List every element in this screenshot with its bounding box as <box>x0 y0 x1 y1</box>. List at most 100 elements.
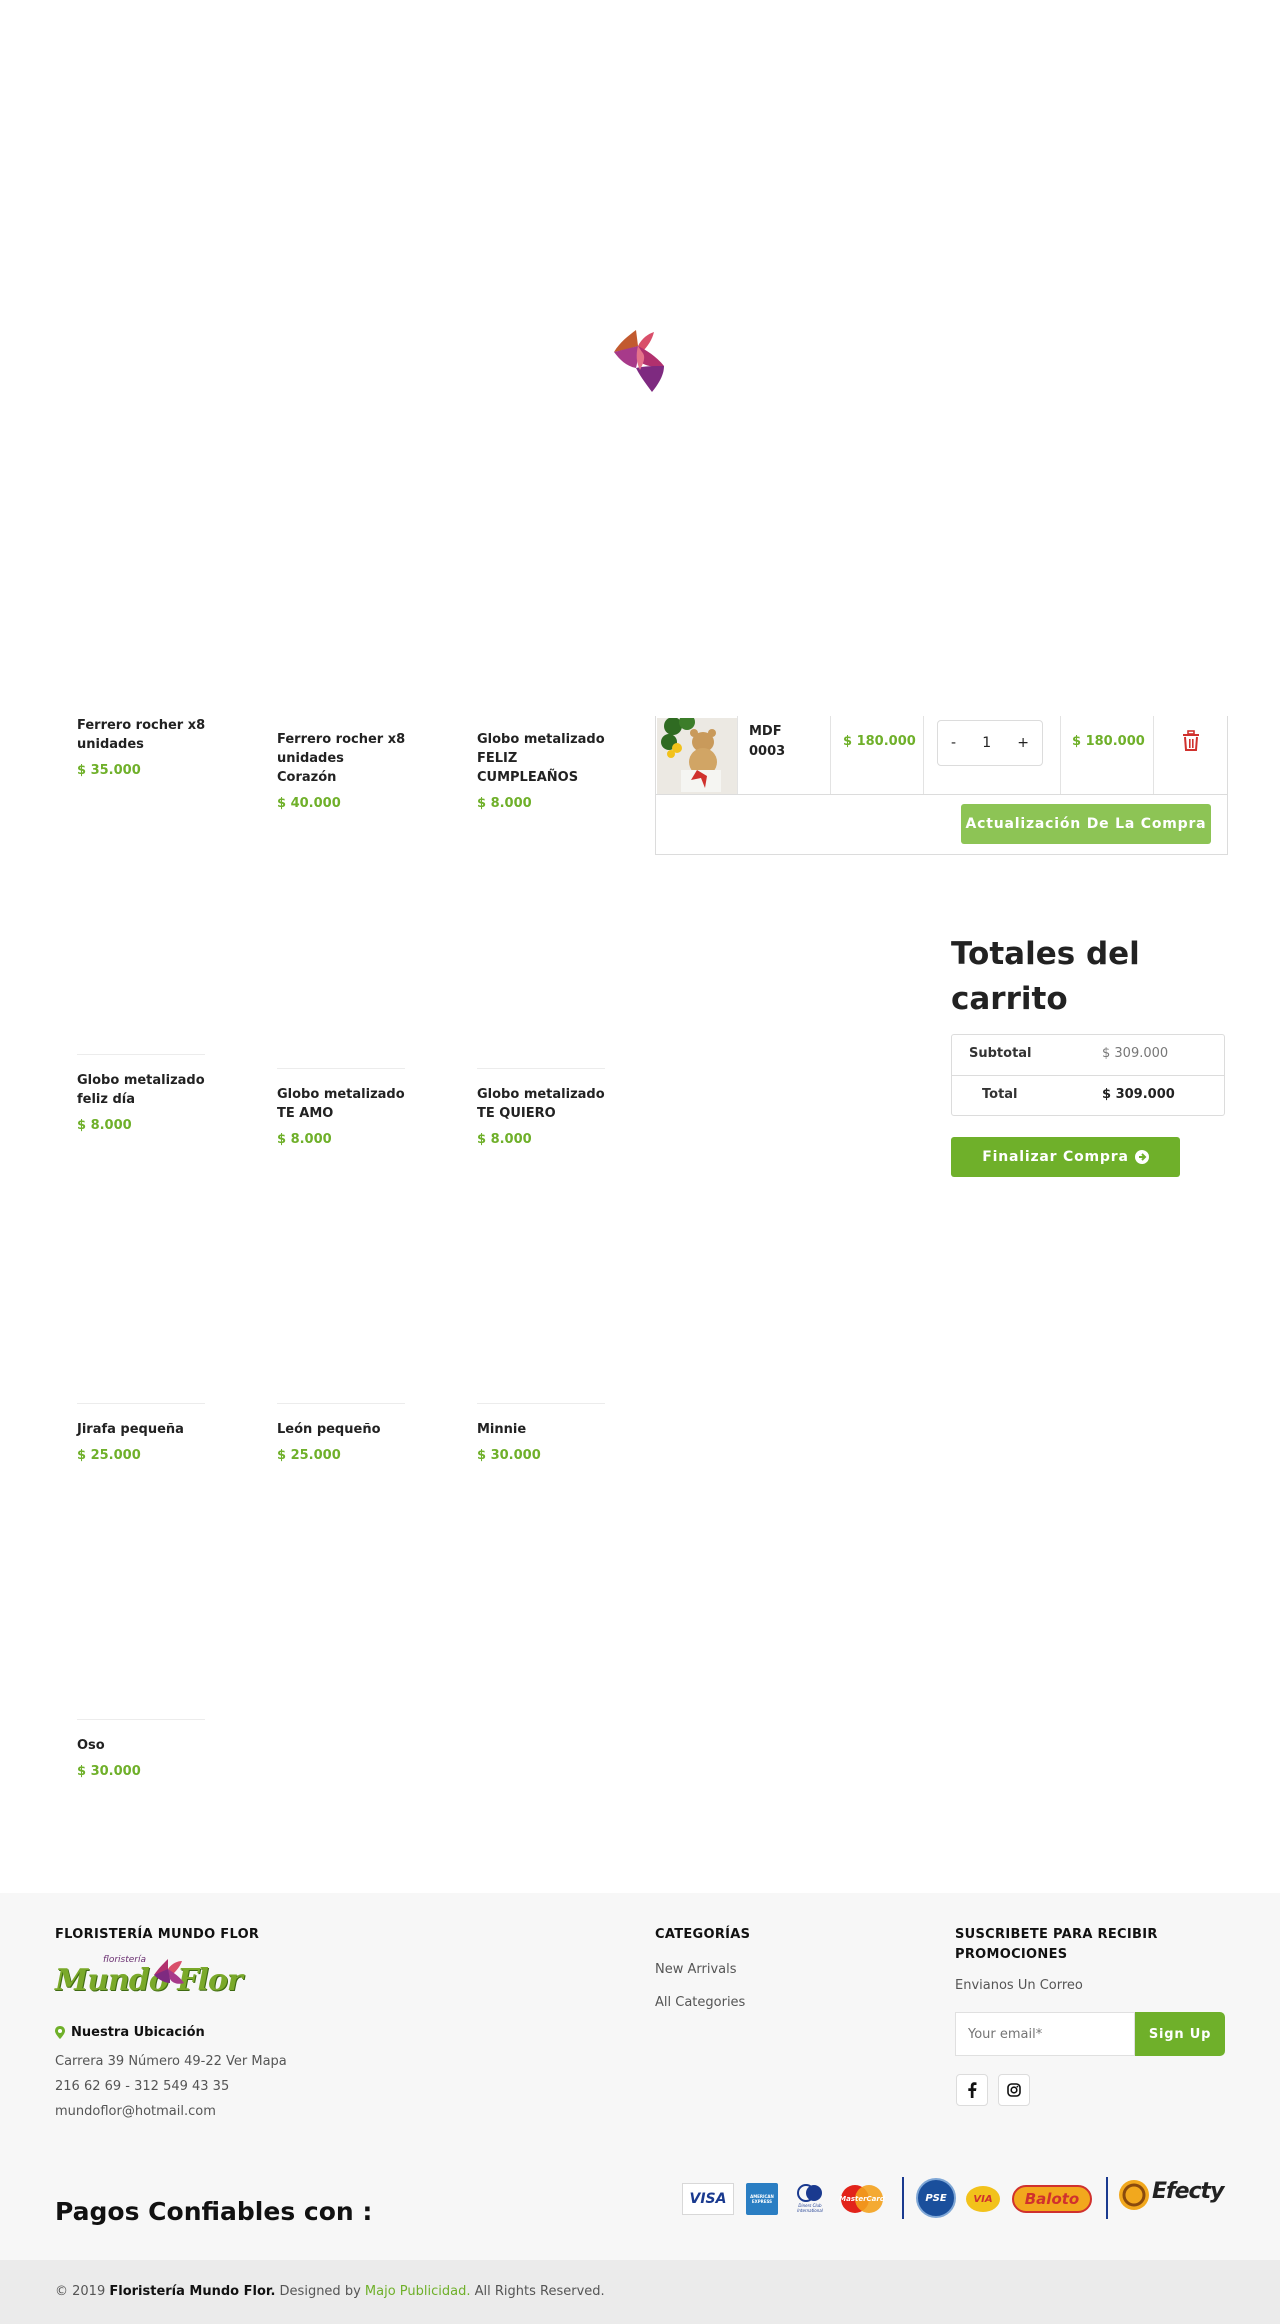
cart-table: MDF 0003 $ 180.000 - 1 + $ 180.000 Actua… <box>655 712 1228 855</box>
mastercard-logo-icon: MasterCard <box>838 2183 886 2215</box>
divider <box>1153 712 1154 794</box>
product-price: $ 8.000 <box>277 1132 332 1147</box>
product-price: $ 35.000 <box>77 763 141 778</box>
footer: FLORISTERÍA MUNDO FLOR floristería Mundo… <box>0 1893 1280 2324</box>
cart-totals-table: Subtotal $ 309.000 Total $ 309.000 <box>951 1034 1225 1116</box>
category-link-new-arrivals[interactable]: New Arrivals <box>655 1962 737 1977</box>
arrow-right-icon <box>1134 1150 1149 1164</box>
product-price: $ 25.000 <box>277 1448 341 1463</box>
divider <box>477 1403 605 1404</box>
quantity-increase-button[interactable]: + <box>1017 735 1029 751</box>
subscribe-heading: SUSCRIBETE PARA RECIBIR PROMOCIONES <box>955 1927 1158 1962</box>
checkout-button-label: Finalizar Compra <box>982 1149 1129 1165</box>
footer-brand-heading: FLORISTERÍA MUNDO FLOR <box>55 1927 260 1942</box>
product-card[interactable]: Jirafa pequeña $ 25.000 <box>77 1403 207 1463</box>
footer-logo[interactable]: floristería Mundo Flor <box>55 1955 260 2007</box>
product-name[interactable]: Globo metalizado FELIZ CUMPLEAÑOS <box>477 730 607 787</box>
diners-club-logo-icon: Diners Club International <box>790 2179 830 2217</box>
flower-logo-icon <box>154 1959 184 1984</box>
product-name[interactable]: León pequeño <box>277 1420 407 1439</box>
teddy-bear-image-icon <box>657 718 737 794</box>
product-name[interactable]: Oso <box>77 1736 207 1755</box>
product-card[interactable]: Oso $ 30.000 <box>77 1719 207 1779</box>
divider <box>923 712 924 794</box>
trash-icon[interactable] <box>1181 730 1201 752</box>
designer-link[interactable]: Majo Publicidad. <box>365 2284 471 2299</box>
divider <box>1106 2177 1108 2219</box>
cart-item-total: $ 180.000 <box>1072 734 1145 749</box>
divider <box>1060 712 1061 794</box>
flower-loader-icon <box>614 330 664 392</box>
product-name[interactable]: Globo metalizado TE AMO <box>277 1085 407 1123</box>
quantity-stepper[interactable]: - 1 + <box>937 720 1043 766</box>
product-price: $ 30.000 <box>77 1764 141 1779</box>
cart-item-name[interactable]: MDF 0003 <box>749 722 809 762</box>
map-pin-icon <box>55 2026 65 2039</box>
product-card[interactable]: Minnie $ 30.000 <box>477 1403 607 1463</box>
product-card[interactable]: León pequeño $ 25.000 <box>277 1403 407 1463</box>
divider <box>902 2177 904 2219</box>
efecty-logo-icon: Efecty <box>1118 2177 1228 2217</box>
facebook-icon[interactable] <box>956 2074 988 2106</box>
product-price: $ 8.000 <box>77 1118 132 1133</box>
location-heading-text: Nuestra Ubicación <box>71 2025 205 2040</box>
via-logo-icon: VIA <box>966 2186 1000 2212</box>
divider <box>477 1068 605 1069</box>
email-subscribe-input[interactable] <box>955 2012 1135 2056</box>
location-heading: Nuestra Ubicación <box>55 2025 205 2040</box>
checkout-button[interactable]: Finalizar Compra <box>951 1137 1180 1177</box>
divider <box>277 1068 405 1069</box>
category-link-all-categories[interactable]: All Categories <box>655 1995 745 2010</box>
divider <box>77 1403 205 1404</box>
payments-title: Pagos Confiables con : <box>55 2197 373 2226</box>
quantity-decrease-button[interactable]: - <box>951 735 956 751</box>
email-text[interactable]: mundoflor@hotmail.com <box>55 2104 216 2119</box>
categories-heading: CATEGORÍAS <box>655 1927 751 1942</box>
cart-item-thumbnail[interactable] <box>657 718 737 794</box>
subtotal-row: Subtotal $ 309.000 <box>952 1035 1224 1075</box>
american-express-logo-icon: AMERICAN EXPRESS <box>746 2183 778 2215</box>
product-price: $ 8.000 <box>477 796 532 811</box>
divider <box>656 794 1227 795</box>
subtotal-value: $ 309.000 <box>1102 1046 1169 1061</box>
product-name[interactable]: Ferrero rocher x8 unidades <box>77 716 207 754</box>
product-price: $ 25.000 <box>77 1448 141 1463</box>
product-name[interactable]: Globo metalizado feliz día <box>77 1071 207 1109</box>
copyright-bar: © 2019 Floristería Mundo Flor. Designed … <box>0 2260 1280 2324</box>
product-card[interactable]: Globo metalizado TE AMO $ 8.000 <box>277 1068 407 1147</box>
divider <box>830 712 831 794</box>
page-loader <box>0 0 1280 716</box>
baloto-logo-icon: Baloto <box>1012 2185 1092 2213</box>
divider <box>737 712 738 794</box>
instagram-icon[interactable] <box>998 2074 1030 2106</box>
product-name[interactable]: Ferrero rocher x8 unidades Corazón <box>277 730 407 787</box>
subscribe-subtitle: Envianos Un Correo <box>955 1978 1083 1993</box>
total-row: Total $ 309.000 <box>952 1075 1224 1115</box>
product-card[interactable]: Globo metalizado TE QUIERO $ 8.000 <box>477 1068 607 1147</box>
product-card[interactable]: Ferrero rocher x8 unidades Corazón $ 40.… <box>277 730 407 811</box>
pse-logo-icon: PSE <box>916 2178 956 2218</box>
phone-text: 216 62 69 - 312 549 43 35 <box>55 2079 230 2094</box>
product-price: $ 40.000 <box>277 796 341 811</box>
total-label: Total <box>982 1087 1018 1102</box>
visa-logo-icon: VISA <box>682 2183 734 2215</box>
product-name[interactable]: Minnie <box>477 1420 607 1439</box>
product-card[interactable]: Ferrero rocher x8 unidades $ 35.000 <box>77 716 207 778</box>
address-text[interactable]: Carrera 39 Número 49-22 Ver Mapa <box>55 2054 287 2069</box>
update-cart-button[interactable]: Actualización De La Compra <box>961 804 1211 844</box>
product-card[interactable]: Globo metalizado feliz día $ 8.000 <box>77 1054 207 1133</box>
copyright-brand: Floristería Mundo Flor. <box>109 2284 276 2299</box>
divider <box>77 1719 205 1720</box>
product-card[interactable]: Globo metalizado FELIZ CUMPLEAÑOS $ 8.00… <box>477 730 607 811</box>
divider <box>77 1054 205 1055</box>
total-value: $ 309.000 <box>1102 1087 1175 1102</box>
product-name[interactable]: Jirafa pequeña <box>77 1420 207 1439</box>
product-name[interactable]: Globo metalizado TE QUIERO <box>477 1085 607 1123</box>
cart-totals-title: Totales del carrito <box>951 936 1140 1017</box>
cart-item-price: $ 180.000 <box>843 734 916 749</box>
copyright-text: © 2019 Floristería Mundo Flor. Designed … <box>55 2284 605 2299</box>
product-price: $ 8.000 <box>477 1132 532 1147</box>
sign-up-button[interactable]: Sign Up <box>1135 2012 1225 2056</box>
divider <box>277 1403 405 1404</box>
quantity-value[interactable]: 1 <box>982 735 991 751</box>
